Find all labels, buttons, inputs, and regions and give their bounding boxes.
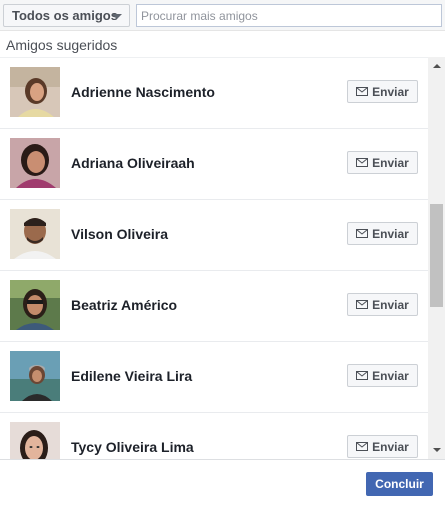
list-item: Beatriz Américo Enviar xyxy=(0,271,428,342)
friend-name: Tycy Oliveira Lima xyxy=(71,439,194,455)
send-button[interactable]: Enviar xyxy=(347,293,418,316)
send-button-label: Enviar xyxy=(372,439,409,454)
friend-name: Adriana Oliveiraah xyxy=(71,155,195,171)
section-title: Amigos sugeridos xyxy=(6,37,118,53)
envelope-icon xyxy=(356,158,369,167)
send-button-label: Enviar xyxy=(372,297,409,312)
friend-name: Edilene Vieira Lira xyxy=(71,368,193,384)
send-button[interactable]: Enviar xyxy=(347,80,418,103)
done-button[interactable]: Concluir xyxy=(366,472,433,496)
envelope-icon xyxy=(356,87,369,96)
avatar xyxy=(10,351,60,401)
friend-name: Beatriz Américo xyxy=(71,297,178,313)
envelope-icon xyxy=(356,229,369,238)
toolbar: Todos os amigos xyxy=(0,0,445,31)
envelope-icon xyxy=(356,371,369,380)
avatar xyxy=(10,209,60,259)
avatar xyxy=(10,138,60,188)
scrollbar-thumb[interactable] xyxy=(430,204,443,307)
chevron-down-icon xyxy=(112,14,122,19)
envelope-icon xyxy=(356,300,369,309)
friends-filter-label: Todos os amigos xyxy=(12,8,118,23)
dialog-footer: Concluir xyxy=(0,459,445,506)
send-button-label: Enviar xyxy=(372,368,409,383)
scrollbar[interactable] xyxy=(428,57,445,459)
send-button[interactable]: Enviar xyxy=(347,151,418,174)
friends-filter-dropdown[interactable]: Todos os amigos xyxy=(3,4,130,27)
send-button[interactable]: Enviar xyxy=(347,364,418,387)
suggested-friends-list: Adrienne Nascimento Enviar Adriana Olive… xyxy=(0,57,445,460)
send-button-label: Enviar xyxy=(372,84,409,99)
send-button[interactable]: Enviar xyxy=(347,435,418,458)
list-item: Adriana Oliveiraah Enviar xyxy=(0,129,428,200)
friend-name: Adrienne Nascimento xyxy=(71,84,215,100)
friend-name: Vilson Oliveira xyxy=(71,226,169,242)
avatar xyxy=(10,67,60,117)
list-item: Edilene Vieira Lira Enviar xyxy=(0,342,428,413)
search-friends-input[interactable] xyxy=(136,4,442,27)
list-item: Tycy Oliveira Lima Enviar xyxy=(0,413,428,460)
list-item: Vilson Oliveira Enviar xyxy=(0,200,428,271)
scroll-up-icon[interactable] xyxy=(433,64,441,68)
avatar xyxy=(10,280,60,330)
send-button-label: Enviar xyxy=(372,226,409,241)
send-button[interactable]: Enviar xyxy=(347,222,418,245)
avatar xyxy=(10,422,60,460)
list-item: Adrienne Nascimento Enviar xyxy=(0,58,428,129)
send-button-label: Enviar xyxy=(372,155,409,170)
envelope-icon xyxy=(356,442,369,451)
scroll-down-icon[interactable] xyxy=(433,448,441,452)
